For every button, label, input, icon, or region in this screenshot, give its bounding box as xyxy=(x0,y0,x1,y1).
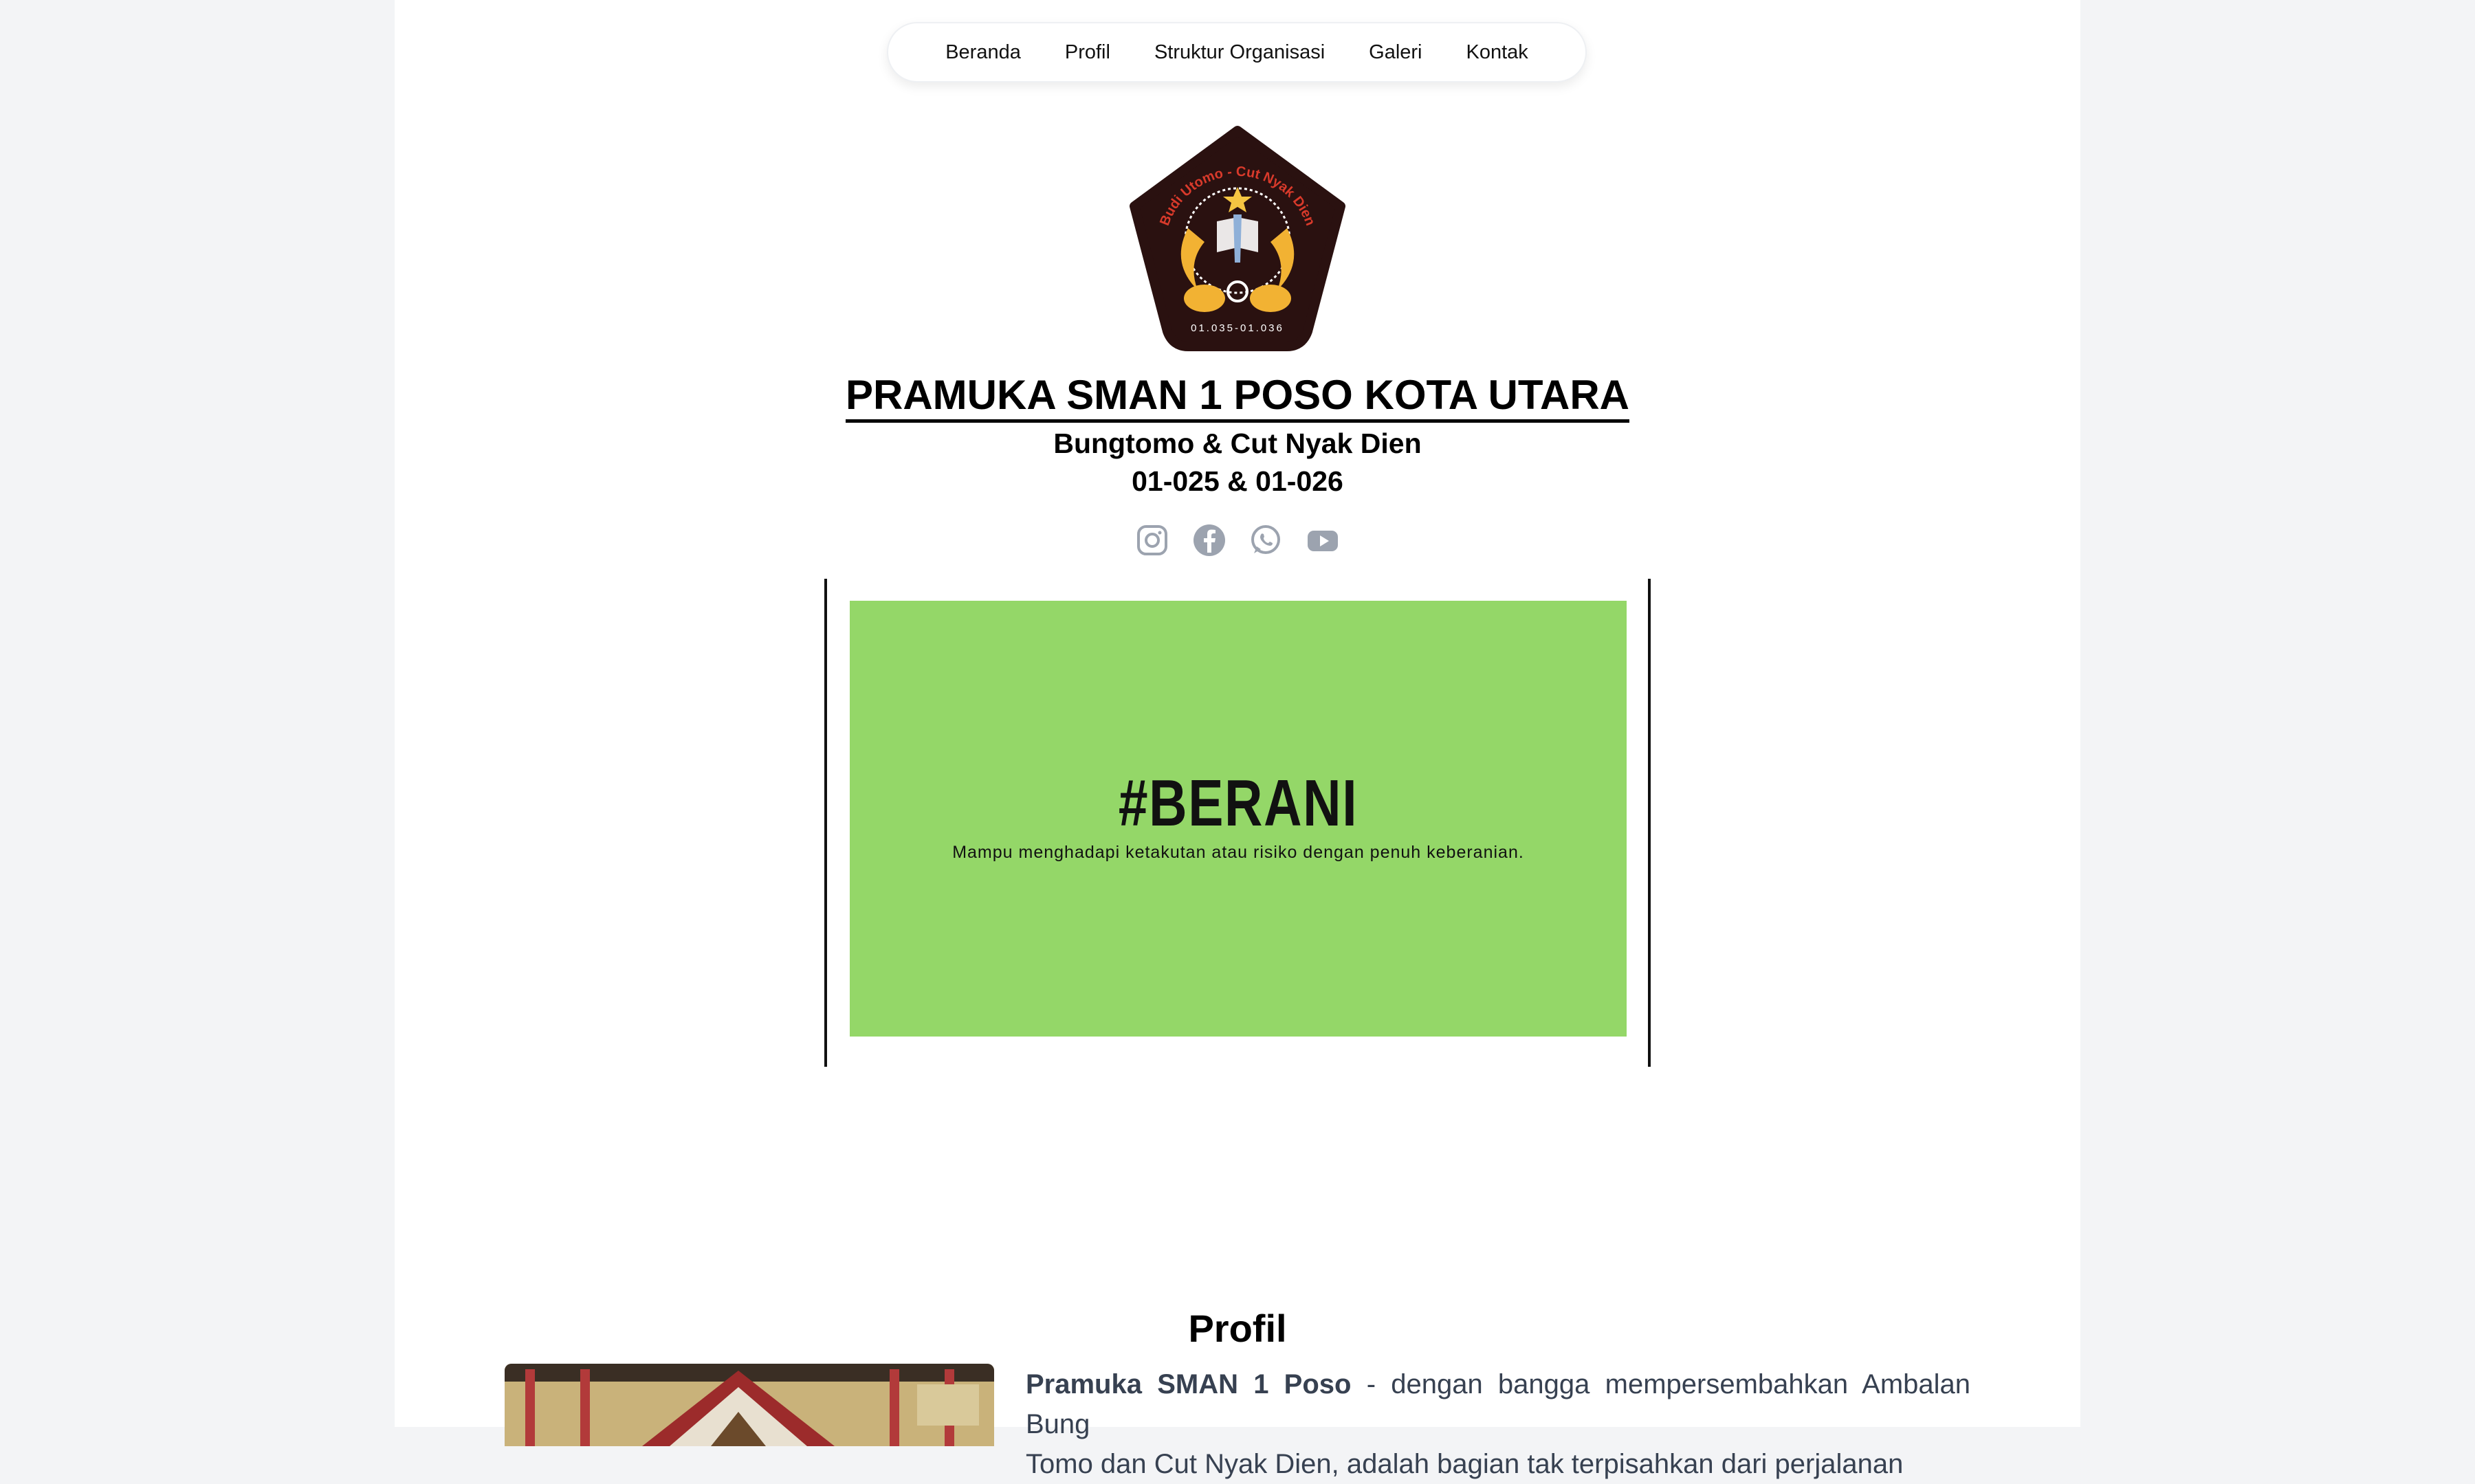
profil-text: Pramuka SMAN 1 Poso - dengan bangga memp… xyxy=(1026,1364,1970,1484)
banner-frame-left xyxy=(824,579,827,1067)
hero-banner: #BERANI Mampu menghadapi ketakutan atau … xyxy=(850,601,1627,1037)
nav-beranda[interactable]: Beranda xyxy=(945,41,1021,64)
page-title: PRAMUKA SMAN 1 POSO KOTA UTARA xyxy=(0,371,2475,423)
nav-galeri[interactable]: Galeri xyxy=(1369,41,1422,64)
banner-subtitle: Mampu menghadapi ketakutan atau risiko d… xyxy=(952,843,1524,862)
svg-text:01.035-01.036: 01.035-01.036 xyxy=(1191,322,1284,334)
profil-text-line2: Tomo dan Cut Nyak Dien, adalah bagian ta… xyxy=(1026,1449,1904,1479)
youtube-icon[interactable] xyxy=(1305,522,1341,558)
ambalan-code: 01-025 & 01-026 xyxy=(1132,465,1343,497)
banner-title: #BERANI xyxy=(1118,766,1358,840)
instagram-icon[interactable] xyxy=(1134,522,1170,558)
whatsapp-icon[interactable] xyxy=(1248,522,1284,558)
profil-lead: Pramuka SMAN 1 Poso xyxy=(1026,1369,1352,1399)
banner-frame-right xyxy=(1648,579,1651,1067)
nav-profil[interactable]: Profil xyxy=(1065,41,1110,64)
school-building-image xyxy=(505,1364,994,1446)
profil-heading: Profil xyxy=(1188,1307,1287,1350)
pramuka-logo: Budi Utomo - Cut Nyak Dien 01.035-01.036 xyxy=(1122,125,1353,352)
page-subtitle: Bungtomo & Cut Nyak Dien xyxy=(1053,428,1422,459)
nav-kontak[interactable]: Kontak xyxy=(1466,41,1528,64)
top-navigation: Beranda Profil Struktur Organisasi Galer… xyxy=(887,22,1587,82)
nav-struktur-organisasi[interactable]: Struktur Organisasi xyxy=(1154,41,1325,64)
facebook-icon[interactable] xyxy=(1191,522,1227,558)
social-links xyxy=(1134,521,1341,560)
